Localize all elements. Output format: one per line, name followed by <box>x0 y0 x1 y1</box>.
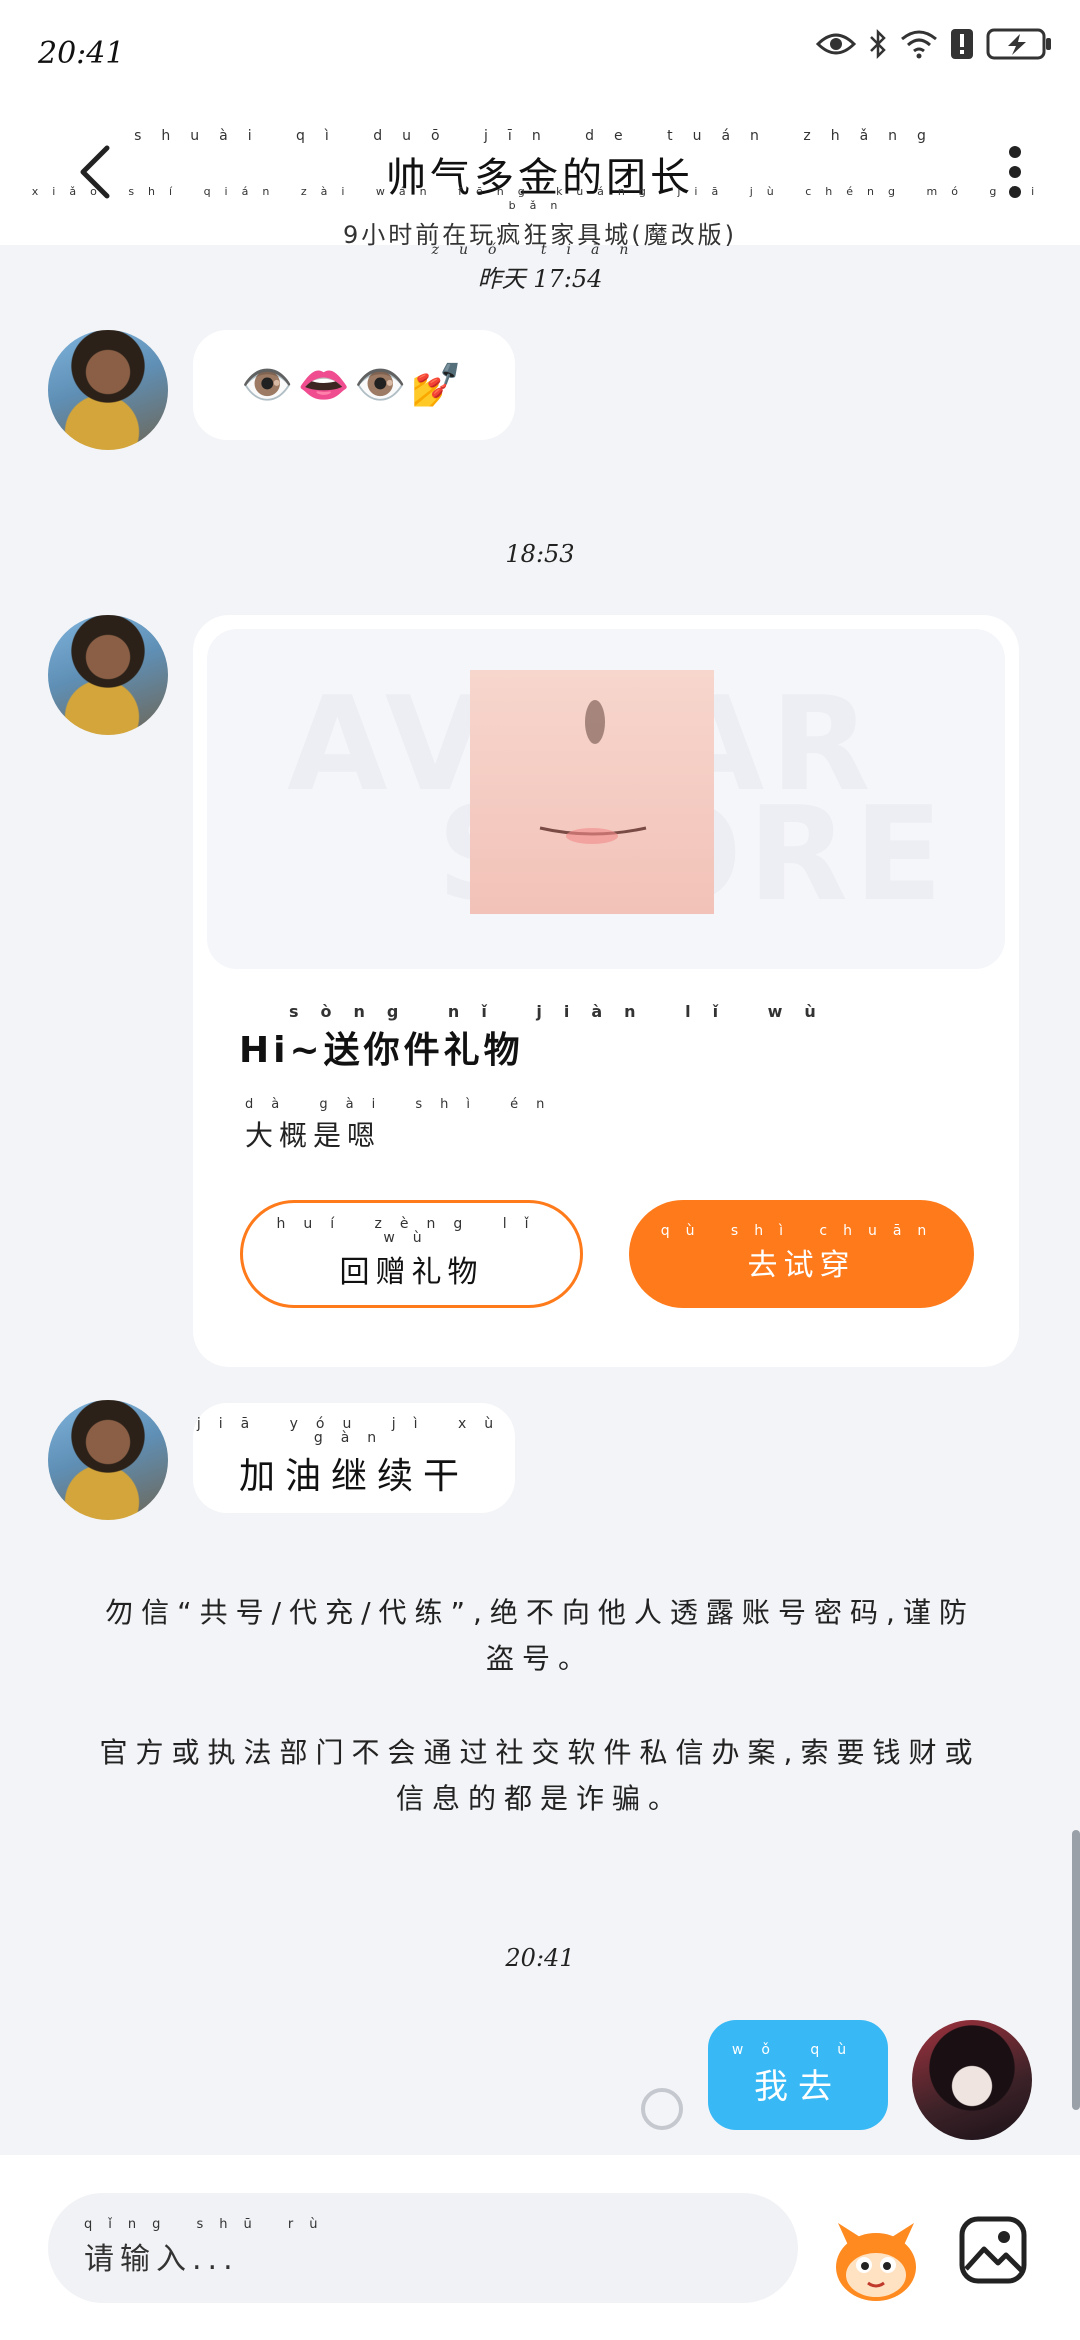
bluetooth-icon <box>868 28 888 60</box>
gift-description: dà gài shì én 大概是嗯 <box>245 1097 563 1153</box>
input-bar: qǐng shū rù 请输入... <box>0 2155 1080 2340</box>
wifi-icon <box>900 29 938 59</box>
timestamp: 20:41 <box>505 1944 575 1972</box>
sending-indicator <box>641 2088 683 2130</box>
battery-charging-icon <box>986 28 1052 60</box>
message-text: 加油继续干 <box>238 1456 469 1497</box>
my-message-bubble[interactable]: wǒ qù 我去 <box>708 2020 888 2130</box>
gift-title-pinyin: sòng nǐ jiàn lǐ wù <box>289 1002 838 1021</box>
chat-subtitle-pinyin: xiǎo shí qián zài wán fēng kuáng jiā jù … <box>31 185 1049 212</box>
return-gift-button[interactable]: huí zèng lǐ wù 回赠礼物 <box>240 1200 583 1308</box>
my-message-text: 我去 <box>753 2066 842 2107</box>
gift-description-pinyin: dà gài shì én <box>245 1097 563 1112</box>
try-on-button[interactable]: qù shì chuān 去试穿 <box>629 1200 974 1308</box>
scrollbar[interactable] <box>1072 1830 1080 2110</box>
message-input-placeholder: 请输入... <box>84 2242 239 2277</box>
gift-image <box>470 670 714 914</box>
timestamp-pinyin: zuó tiān <box>431 242 649 258</box>
more-vertical-icon <box>1009 146 1021 198</box>
avatar[interactable] <box>48 1400 168 1520</box>
security-notice: 勿信“共号/代充/代练”,绝不向他人透露账号密码,谨防盗号。 <box>105 1596 975 1675</box>
message-pinyin: jiā yóu jì xù gàn <box>196 1416 512 1446</box>
more-options-button[interactable] <box>990 137 1040 207</box>
message-text: 👁️👄👁️💅 <box>241 360 467 409</box>
mascot-icon <box>836 2223 916 2301</box>
image-icon <box>959 2216 1027 2284</box>
image-picker-button[interactable] <box>958 2215 1028 2285</box>
return-gift-pinyin: huí zèng lǐ wù <box>276 1216 547 1246</box>
chat-subtitle: xiǎo shí qián zài wán fēng kuáng jiā jù … <box>0 185 1080 250</box>
message-bubble[interactable]: jiā yóu jì xù gàn 加油继续干 <box>193 1403 515 1513</box>
eye-icon <box>816 29 856 59</box>
timestamp: zuó tiān 昨天 17:54 <box>0 243 1080 294</box>
chat-header: shuài qì duō jīn de tuán zhǎng 帅气多金的团长 x… <box>0 105 1080 249</box>
sticker-button[interactable] <box>828 2215 924 2305</box>
timestamp: 18:53 <box>505 540 575 568</box>
chat-title-pinyin: shuài qì duō jīn de tuán zhǎng <box>134 128 946 144</box>
gift-title: sòng nǐ jiàn lǐ wù Hi~送你件礼物 <box>239 1002 838 1072</box>
status-bar: 20:41 <box>0 0 1080 105</box>
return-gift-label: 回赠礼物 <box>339 1255 484 1290</box>
security-notice: 官方或执法部门不会通过社交软件私信办案,索要钱财或信息的都是诈骗。 <box>99 1736 981 1815</box>
message-input[interactable]: qǐng shū rù 请输入... <box>48 2193 798 2303</box>
try-on-label: 去试穿 <box>747 1248 856 1283</box>
message-bubble[interactable]: 👁️👄👁️💅 <box>193 330 515 440</box>
avatar[interactable] <box>48 330 168 450</box>
message-input-pinyin: qǐng shū rù <box>84 2217 334 2232</box>
status-time: 20:41 <box>38 36 125 71</box>
status-icons <box>816 28 1052 60</box>
alert-icon <box>950 28 974 60</box>
try-on-pinyin: qù shì chuān <box>660 1223 943 1239</box>
avatar[interactable] <box>48 615 168 735</box>
my-message-pinyin: wǒ qù <box>731 2041 865 2058</box>
my-avatar[interactable] <box>912 2020 1032 2140</box>
